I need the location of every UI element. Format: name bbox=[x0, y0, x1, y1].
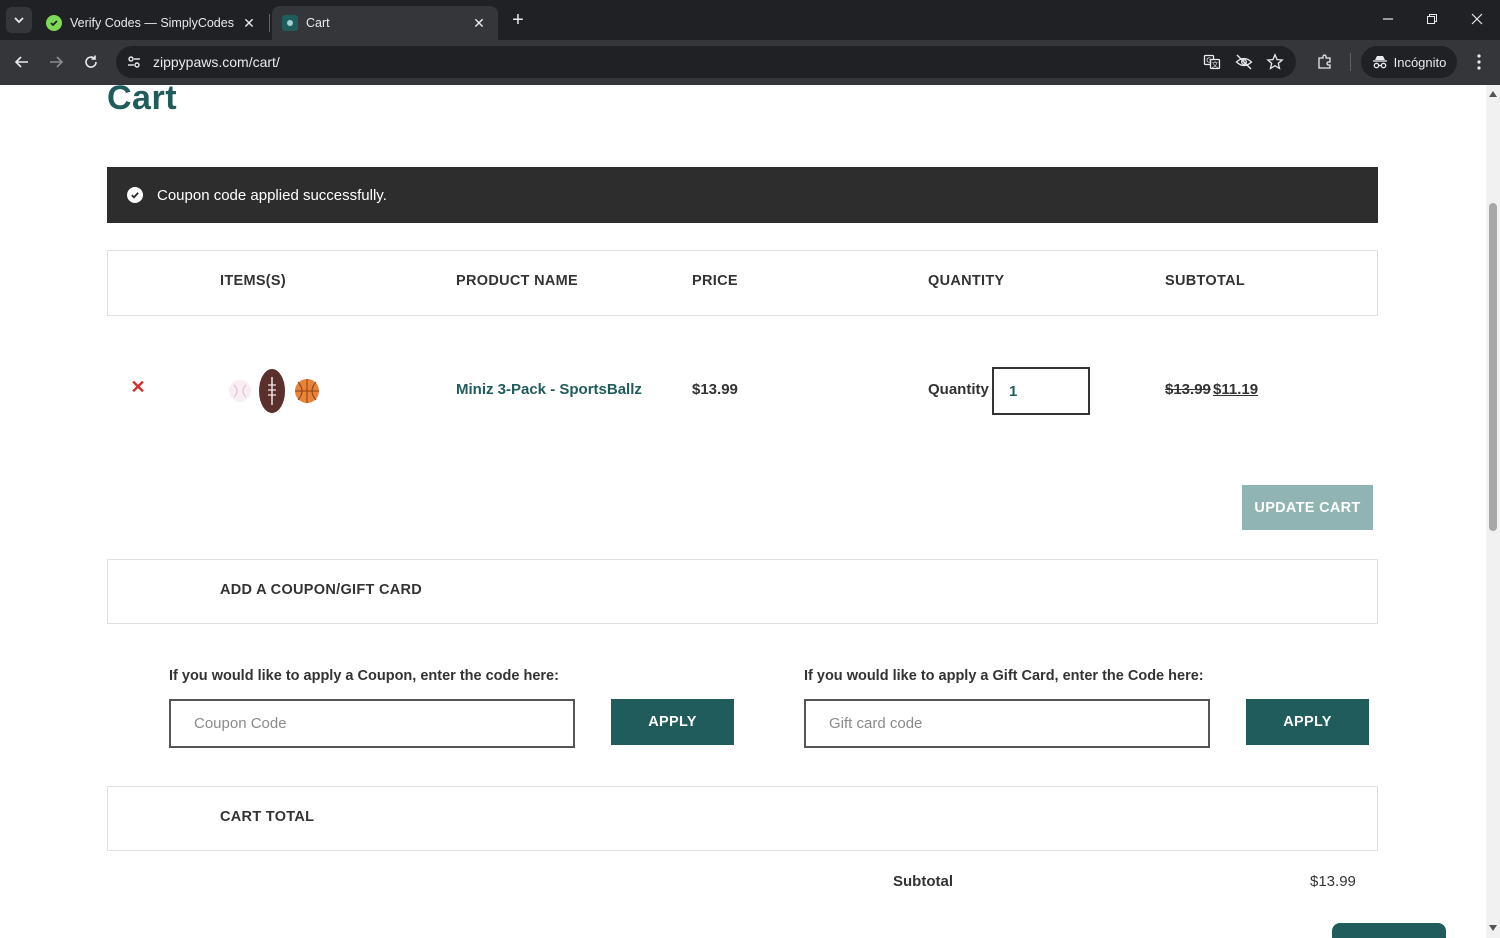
cart-subtotal-value: $13.99 bbox=[1310, 873, 1356, 890]
coupon-code-input[interactable] bbox=[169, 699, 575, 748]
eye-off-icon[interactable] bbox=[1234, 52, 1254, 72]
back-button[interactable] bbox=[8, 48, 36, 76]
address-bar[interactable]: zippypaws.com/cart/ 文G bbox=[116, 46, 1296, 78]
cart-table-header: ITEMS(S) PRODUCT NAME PRICE QUANTITY SUB… bbox=[107, 250, 1378, 316]
extensions-button[interactable] bbox=[1311, 48, 1339, 76]
tab-strip: Verify Codes — SimplyCodes ✕ Cart ✕ + bbox=[0, 0, 1500, 40]
incognito-icon bbox=[1372, 56, 1387, 69]
cart-total-header: CART TOTAL bbox=[107, 786, 1378, 851]
tab-title: Verify Codes — SimplyCodes bbox=[70, 16, 234, 30]
coupon-section-title: ADD A COUPON/GIFT CARD bbox=[220, 582, 423, 598]
header-price: PRICE bbox=[692, 273, 738, 289]
chevron-down-icon bbox=[14, 17, 24, 24]
url-text: zippypaws.com/cart/ bbox=[153, 54, 280, 70]
apply-gift-card-button[interactable]: APPLY bbox=[1246, 699, 1369, 745]
browser-toolbar: zippypaws.com/cart/ 文G Incógnito bbox=[0, 40, 1500, 85]
notice-text: Coupon code applied successfully. bbox=[157, 186, 387, 204]
translate-icon[interactable]: 文G bbox=[1202, 52, 1222, 72]
tab-cart[interactable]: Cart ✕ bbox=[272, 6, 498, 40]
incognito-label: Incógnito bbox=[1393, 54, 1447, 70]
reload-icon bbox=[85, 55, 97, 68]
simplycodes-favicon-icon bbox=[46, 15, 62, 31]
item-price: $13.99 bbox=[692, 381, 738, 398]
update-cart-button[interactable]: UPDATE CART bbox=[1242, 485, 1373, 530]
tab-simplycodes[interactable]: Verify Codes — SimplyCodes ✕ bbox=[36, 6, 268, 40]
scroll-up-arrow-icon[interactable] bbox=[1489, 91, 1497, 97]
cart-total-title: CART TOTAL bbox=[220, 809, 315, 825]
quantity-input[interactable] bbox=[992, 367, 1090, 415]
scrollbar-thumb[interactable] bbox=[1489, 203, 1497, 531]
bookmark-star-icon[interactable] bbox=[1265, 52, 1285, 72]
zippypaws-favicon-icon bbox=[282, 15, 298, 31]
close-icon bbox=[1471, 13, 1483, 25]
gift-card-field-label: If you would like to apply a Gift Card, … bbox=[804, 668, 1204, 684]
close-tab-icon[interactable]: ✕ bbox=[240, 14, 258, 32]
puzzle-icon bbox=[1318, 54, 1331, 69]
restore-icon bbox=[1427, 14, 1437, 24]
site-info-button[interactable] bbox=[122, 50, 146, 74]
new-tab-button[interactable]: + bbox=[506, 8, 530, 32]
page-scrollbar[interactable] bbox=[1486, 85, 1500, 938]
browser-menu-button[interactable] bbox=[1465, 48, 1493, 76]
check-circle-icon bbox=[127, 187, 143, 203]
coupon-field-label: If you would like to apply a Coupon, ent… bbox=[169, 668, 559, 684]
arrow-left-icon bbox=[14, 56, 28, 68]
header-quantity: QUANTITY bbox=[928, 273, 1005, 289]
apply-coupon-button[interactable]: APPLY bbox=[611, 699, 734, 745]
more-vertical-icon bbox=[1477, 54, 1481, 70]
page-viewport: Cart Coupon code applied successfully. I… bbox=[0, 85, 1486, 938]
tab-divider bbox=[269, 14, 270, 32]
header-product-name: PRODUCT NAME bbox=[456, 273, 579, 289]
coupon-section-header: ADD A COUPON/GIFT CARD bbox=[107, 559, 1378, 624]
tune-icon bbox=[128, 56, 140, 68]
reload-button[interactable] bbox=[77, 48, 105, 76]
checkout-button[interactable] bbox=[1332, 923, 1446, 938]
header-subtotal: SUBTOTAL bbox=[1165, 273, 1245, 289]
arrow-right-icon bbox=[50, 56, 64, 68]
subtotal-original-price: $13.99 bbox=[1165, 381, 1211, 398]
subtotal-discounted-price: $11.19 bbox=[1213, 381, 1259, 398]
product-name-link[interactable]: Miniz 3-Pack - SportsBallz bbox=[456, 381, 642, 398]
tab-title: Cart bbox=[306, 16, 330, 30]
product-thumbnail[interactable] bbox=[226, 365, 322, 417]
remove-item-button[interactable]: ✕ bbox=[129, 377, 147, 397]
page-title: Cart bbox=[107, 85, 178, 117]
minimize-window-button[interactable] bbox=[1366, 0, 1410, 38]
close-tab-icon[interactable]: ✕ bbox=[470, 14, 488, 32]
svg-text:文: 文 bbox=[1212, 60, 1219, 69]
close-window-button[interactable] bbox=[1455, 0, 1499, 38]
forward-button[interactable] bbox=[42, 48, 70, 76]
quantity-label: Quantity bbox=[928, 381, 989, 398]
scroll-down-arrow-icon[interactable] bbox=[1489, 925, 1497, 931]
toolbar-divider bbox=[1350, 53, 1351, 71]
tab-search-button[interactable] bbox=[6, 7, 32, 33]
coupon-success-notice: Coupon code applied successfully. bbox=[107, 167, 1378, 223]
cart-subtotal-label: Subtotal bbox=[893, 873, 953, 890]
svg-text:G: G bbox=[1206, 57, 1211, 65]
minimize-icon bbox=[1383, 18, 1393, 20]
incognito-profile-button[interactable]: Incógnito bbox=[1361, 46, 1457, 78]
gift-card-code-input[interactable] bbox=[804, 699, 1210, 748]
restore-window-button[interactable] bbox=[1410, 0, 1454, 38]
header-items: ITEMS(S) bbox=[220, 273, 287, 289]
